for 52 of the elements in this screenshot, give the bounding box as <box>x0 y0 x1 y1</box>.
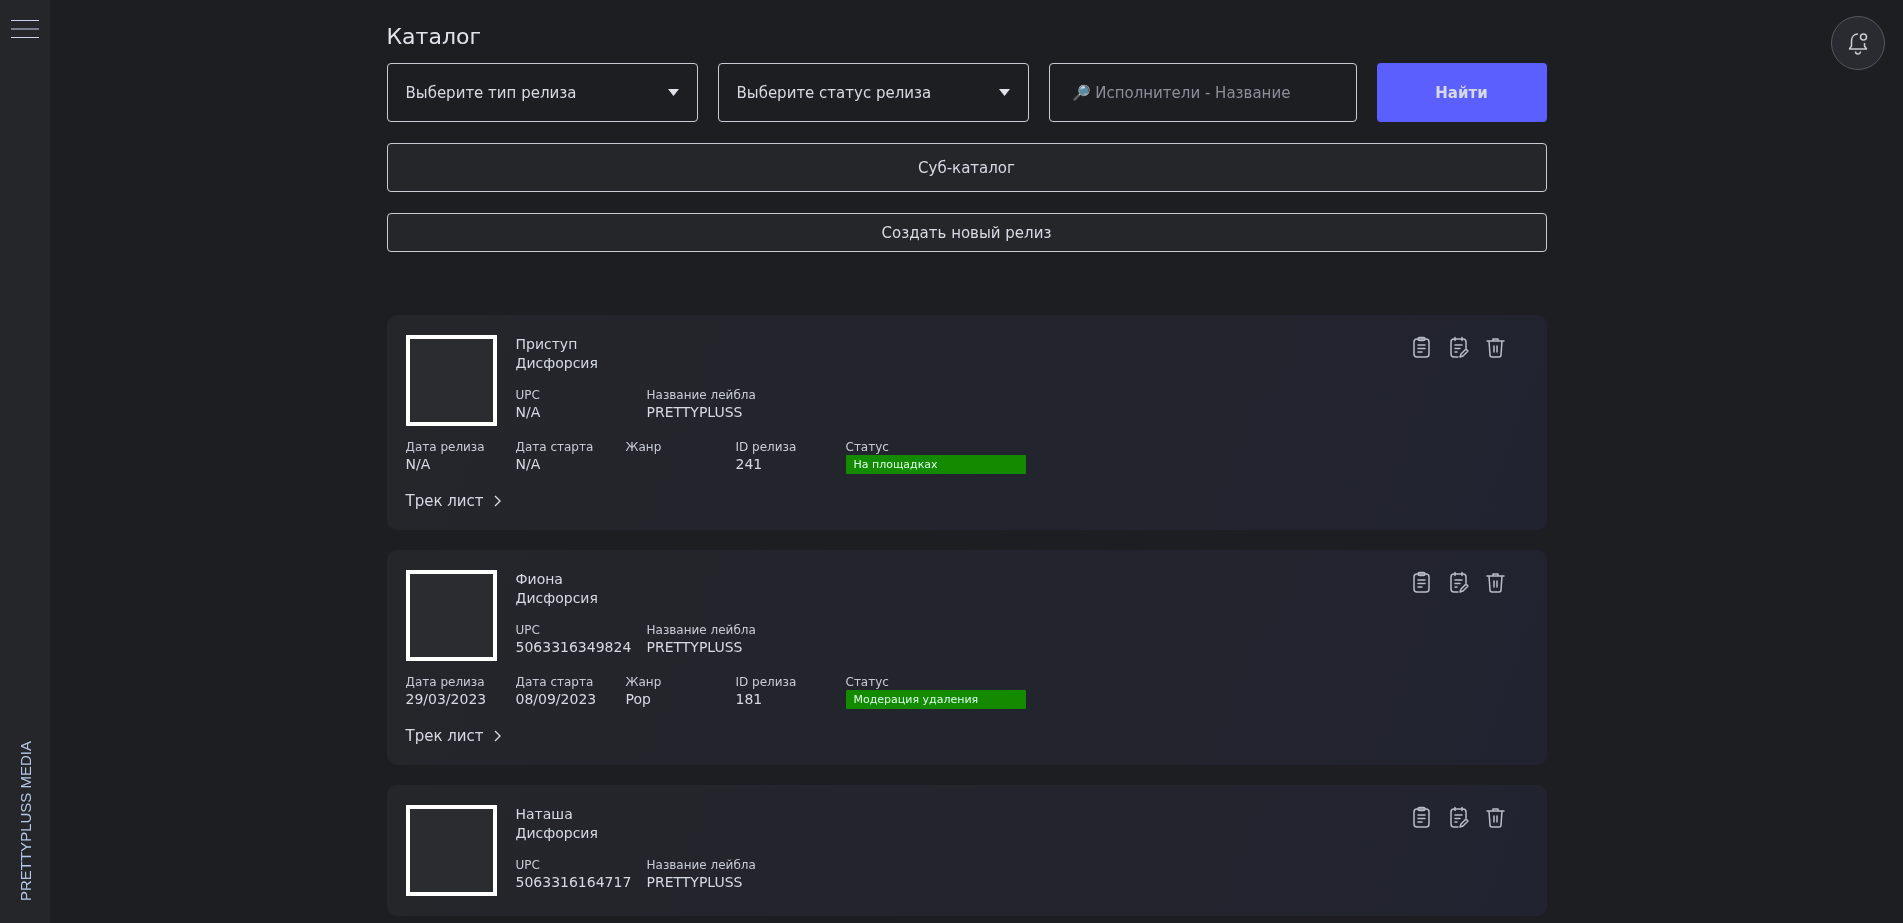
notifications-button[interactable] <box>1831 16 1885 70</box>
field-label: Название лейбла <box>646 857 757 873</box>
field-label: Название лейбла <box>646 622 757 638</box>
caret-icon <box>667 89 679 96</box>
artist-name: Дисфорсия <box>515 589 599 608</box>
dropdown[interactable]: Выберите тип релиза <box>386 63 698 122</box>
menu-icon[interactable] <box>11 20 39 38</box>
field-label: Статус <box>845 674 890 690</box>
artist-name: Дисфорсия <box>515 354 599 373</box>
field-value: N/A <box>515 403 542 421</box>
field-label: ID релиза <box>735 674 798 690</box>
release-title: Приступ <box>515 335 579 354</box>
search-field[interactable]: 🔎 Исполнители - Название <box>1048 63 1357 122</box>
field-value: 241 <box>735 455 764 473</box>
caret-icon <box>998 89 1010 96</box>
field-value: 5063316164717 <box>515 873 633 891</box>
status-badge: Модерация удаления <box>845 690 1026 709</box>
tracklist-toggle[interactable]: Трек лист <box>405 727 501 745</box>
page-title: Каталог <box>386 24 482 49</box>
chevron-icon <box>493 730 501 742</box>
field-label: Название лейбла <box>646 387 757 403</box>
release-title: Фиона <box>515 570 564 589</box>
field-label: Статус <box>845 439 890 455</box>
field-value: PRETTYPLUSS <box>646 403 744 421</box>
field-value: PRETTYPLUSS <box>646 638 744 656</box>
create-release-button[interactable]: Создать новый релиз <box>386 213 1547 252</box>
field-value: N/A <box>405 455 432 473</box>
field-label: Жанр <box>625 674 663 690</box>
field-label: Дата релиза <box>405 439 486 455</box>
field-label: Дата релиза <box>405 674 486 690</box>
release-title: Наташа <box>515 805 574 824</box>
field-value: 29/03/2023 <box>405 690 488 708</box>
field-label: UPC <box>515 622 541 638</box>
status-badge: На площадках <box>845 455 1026 474</box>
chevron-icon <box>493 495 501 507</box>
field-value: N/A <box>515 455 542 473</box>
tracklist-toggle[interactable]: Трек лист <box>405 492 501 510</box>
field-label: Жанр <box>625 439 663 455</box>
field-value: 08/09/2023 <box>515 690 598 708</box>
field-label: ID релиза <box>735 439 798 455</box>
artist-name: Дисфорсия <box>515 824 599 843</box>
field-value: 181 <box>735 690 764 708</box>
field-label: Дата старта <box>515 674 595 690</box>
field-label: UPC <box>515 857 541 873</box>
field-value: PRETTYPLUSS <box>646 873 744 891</box>
field-label: UPC <box>515 387 541 403</box>
brand-name: PRETTYPLUSS MEDIA <box>16 740 34 901</box>
dropdown[interactable]: Выберите статус релиза <box>717 63 1029 122</box>
field-value: Pop <box>625 690 652 708</box>
subcatalog-button[interactable]: Суб-каталог <box>386 143 1547 192</box>
field-label: Дата старта <box>515 439 595 455</box>
field-value: 5063316349824 <box>515 638 633 656</box>
